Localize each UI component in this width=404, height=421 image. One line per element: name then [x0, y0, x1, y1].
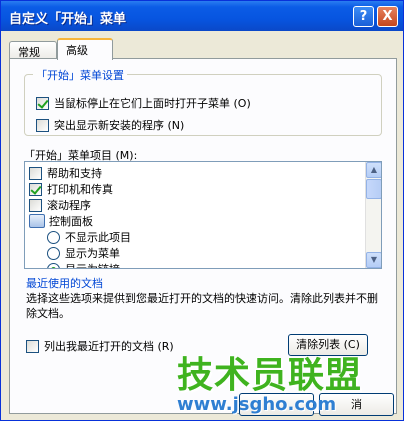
scroll-thumb[interactable]	[366, 179, 381, 199]
list-item[interactable]: 帮助和支持	[29, 165, 102, 181]
list-item[interactable]: 打印机和传真	[29, 181, 113, 197]
highlight-new-programs-checkbox[interactable]	[36, 118, 49, 132]
list-item[interactable]: 显示为菜单	[47, 245, 120, 261]
advanced-panel: 「开始」菜单设置 当鼠标停止在它们上面时打开子菜单 (O) 突出显示新安装的程序…	[9, 58, 397, 414]
list-item-label: 滚动程序	[47, 199, 91, 212]
list-item-label: 不显示此项目	[65, 231, 131, 244]
clear-list-button[interactable]: 清除列表 (C)	[288, 334, 368, 356]
start-menu-items-list[interactable]: 帮助和支持 打印机和传真 滚动程序 控制面板 不显示此项目 显示为菜单 ▲ ▼	[24, 161, 382, 269]
tab-general[interactable]: 常规	[9, 41, 57, 59]
list-recent-docs-label: 列出我最近打开的文档 (R)	[44, 340, 174, 353]
highlight-new-programs-option[interactable]: 突出显示新安装的程序 (N)	[36, 117, 184, 133]
cancel-button[interactable]: 消	[319, 393, 394, 416]
list-item-checkbox[interactable]	[29, 182, 42, 196]
list-item-label: 显示为菜单	[65, 247, 120, 260]
list-item-label: 显示为链接	[65, 261, 120, 268]
open-submenu-label: 当鼠标停止在它们上面时打开子菜单 (O)	[54, 97, 251, 110]
list-item-label: 帮助和支持	[47, 167, 102, 180]
list-item[interactable]: 不显示此项目	[47, 229, 131, 245]
list-item-radio[interactable]	[47, 230, 60, 244]
customize-start-menu-dialog: 自定义「开始」菜单 ? X 常规 高级 「开始」菜单设置 当鼠标停止在它们上面时…	[0, 0, 404, 421]
recent-docs-group-label: 最近使用的文档	[26, 277, 103, 290]
list-scrollbar[interactable]: ▲ ▼	[365, 162, 381, 268]
list-item-checkbox[interactable]	[29, 198, 42, 212]
ok-button[interactable]	[239, 393, 314, 416]
list-item-checkbox[interactable]	[29, 166, 42, 180]
help-button[interactable]: ?	[353, 6, 374, 27]
recent-docs-description: 选择这些选项来提供到您最近打开的文档的快速访问。清除此列表并不删除文档。	[26, 292, 378, 320]
list-item-radio[interactable]	[47, 262, 60, 268]
list-item-label: 控制面板	[49, 215, 93, 228]
scroll-up-icon[interactable]: ▲	[366, 162, 381, 178]
settings-group-label: 「开始」菜单设置	[33, 67, 127, 83]
tab-advanced[interactable]: 高级	[57, 38, 113, 60]
list-item[interactable]: 滚动程序	[29, 197, 91, 213]
list-item[interactable]: 显示为链接	[47, 261, 120, 268]
close-button[interactable]: X	[377, 6, 398, 27]
title-bar[interactable]: 自定义「开始」菜单 ? X	[1, 1, 403, 31]
open-submenu-checkbox[interactable]	[36, 96, 49, 110]
control-panel-icon	[29, 214, 45, 228]
list-recent-docs-option[interactable]: 列出我最近打开的文档 (R)	[26, 338, 174, 354]
highlight-new-programs-label: 突出显示新安装的程序 (N)	[54, 119, 185, 132]
scroll-down-icon[interactable]: ▼	[366, 252, 381, 268]
list-item-radio[interactable]	[47, 246, 60, 260]
list-item-label: 打印机和传真	[47, 183, 113, 196]
open-submenu-option[interactable]: 当鼠标停止在它们上面时打开子菜单 (O)	[36, 95, 251, 111]
list-recent-docs-checkbox[interactable]	[26, 339, 39, 353]
list-item[interactable]: 控制面板	[29, 213, 93, 229]
window-title: 自定义「开始」菜单	[9, 12, 127, 27]
